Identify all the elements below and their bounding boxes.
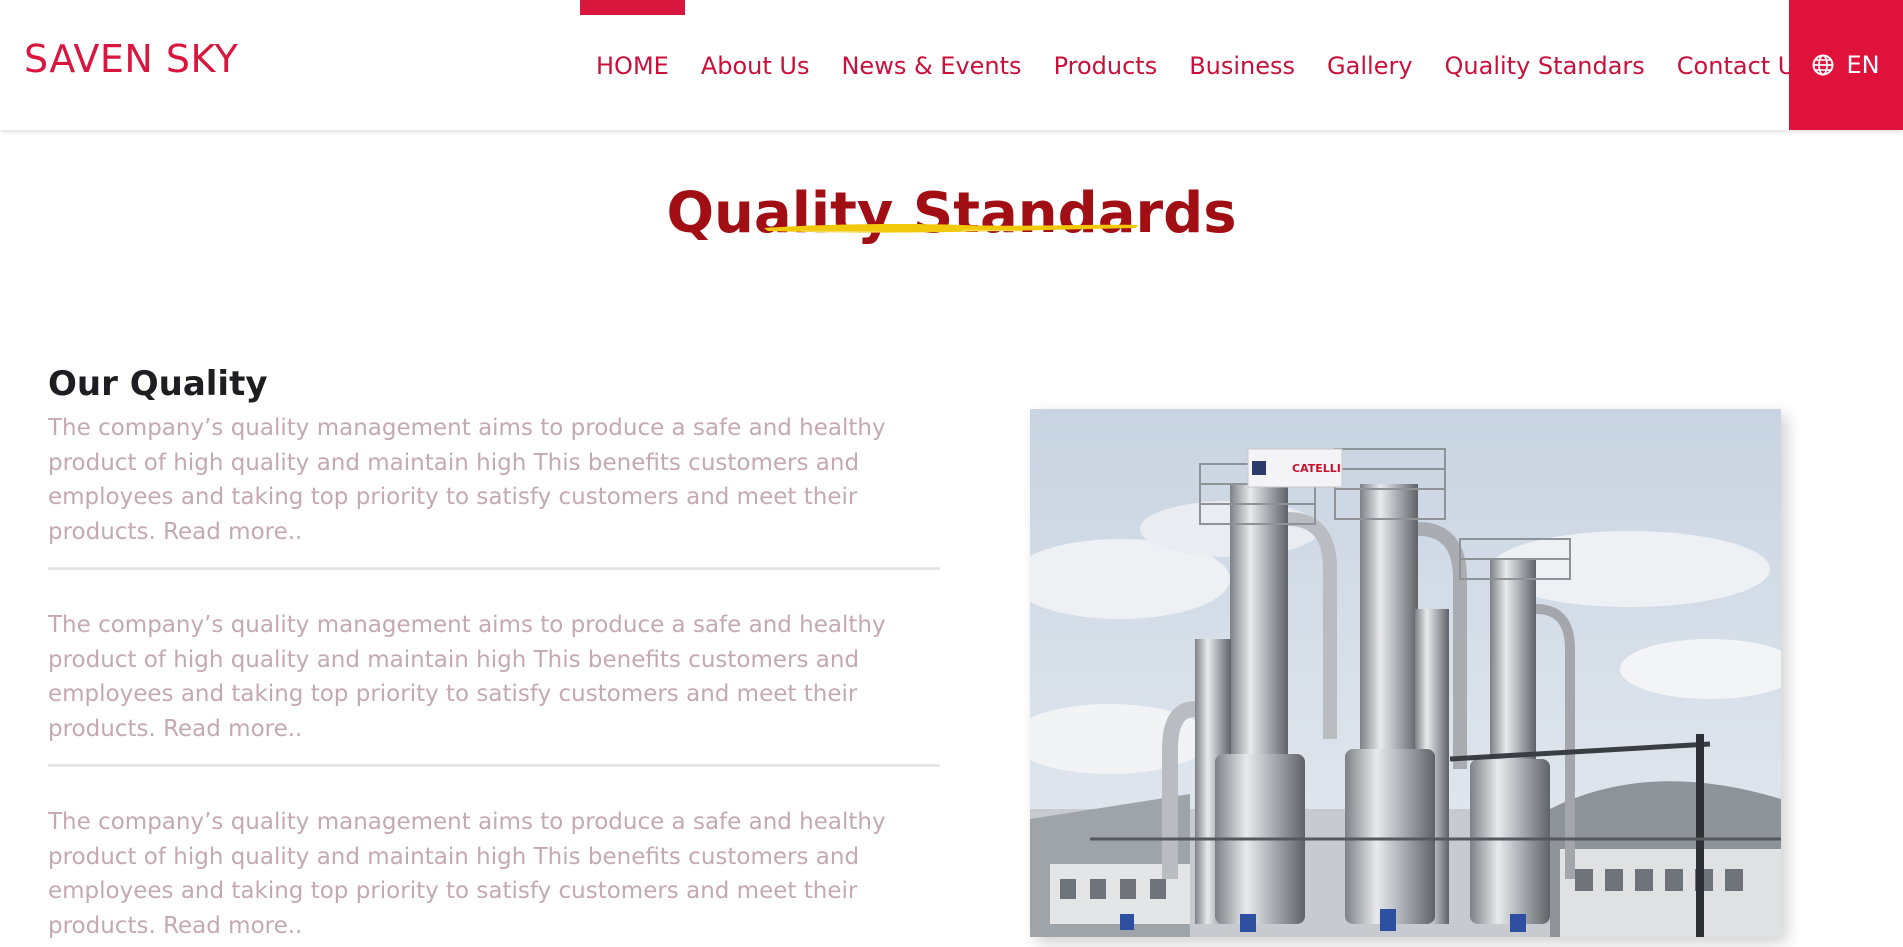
- divider: [48, 764, 940, 767]
- language-label: EN: [1846, 51, 1880, 79]
- nav-item-quality-standards[interactable]: Quality Standars: [1429, 0, 1661, 130]
- quality-paragraph-block: The company’s quality management aims to…: [48, 608, 940, 767]
- title-underline-brush: [764, 224, 1138, 233]
- quality-paragraph-block: The company’s quality management aims to…: [48, 805, 940, 943]
- nav-item-gallery[interactable]: Gallery: [1311, 0, 1428, 130]
- globe-icon: [1812, 54, 1834, 76]
- quality-paragraph-block: The company’s quality management aims to…: [48, 411, 940, 570]
- nav-item-business[interactable]: Business: [1173, 0, 1311, 130]
- site-header: SAVEN SKY HOME About Us News & Events Pr…: [0, 0, 1903, 130]
- language-switcher[interactable]: EN: [1789, 0, 1903, 130]
- site-logo[interactable]: SAVEN SKY: [24, 34, 238, 84]
- quality-paragraph: The company’s quality management aims to…: [48, 612, 886, 742]
- factory-photo: CATELLI: [1030, 409, 1781, 937]
- nav-item-about-us[interactable]: About Us: [685, 0, 826, 130]
- quality-paragraph: The company’s quality management aims to…: [48, 415, 886, 545]
- nav-item-home[interactable]: HOME: [580, 0, 685, 130]
- page-title: Quality Standards: [666, 180, 1237, 246]
- nav-item-products[interactable]: Products: [1038, 0, 1174, 130]
- photo-sign-text: CATELLI: [1292, 462, 1341, 475]
- main-nav: HOME About Us News & Events Products Bus…: [580, 0, 1824, 130]
- section-heading-our-quality: Our Quality: [48, 364, 268, 405]
- quality-paragraph: The company’s quality management aims to…: [48, 809, 886, 939]
- divider: [48, 567, 940, 570]
- nav-item-news-events[interactable]: News & Events: [825, 0, 1037, 130]
